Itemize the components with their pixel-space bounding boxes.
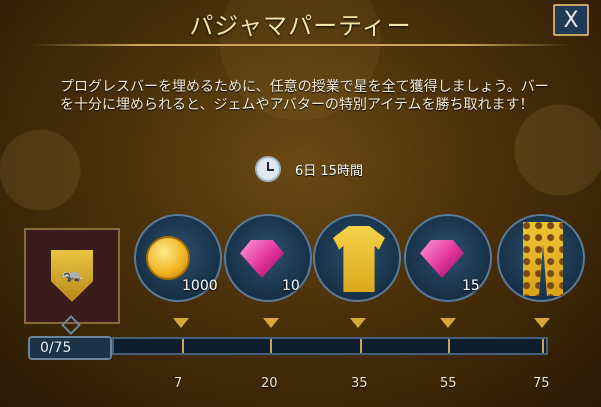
reward-gems-15[interactable]: 15	[404, 214, 492, 302]
milestone-tick	[360, 339, 362, 353]
house-crest-card[interactable]: 🦡	[24, 228, 120, 324]
gem-icon	[240, 240, 284, 278]
title-divider	[30, 44, 571, 46]
coin-icon	[146, 236, 190, 280]
reward-pointer	[534, 318, 550, 328]
gem-icon	[420, 240, 464, 278]
reward-amount: 1000	[182, 278, 218, 294]
milestone-tick	[448, 339, 450, 353]
close-icon: X	[563, 7, 579, 33]
milestone-tick	[182, 339, 184, 353]
timer-text: 6日 15時間	[295, 163, 363, 179]
milestone-tick	[542, 339, 544, 353]
event-title: パジャマパーティー	[189, 12, 412, 40]
reward-amount: 10	[282, 278, 300, 294]
milestone-label: 75	[533, 376, 550, 391]
close-button[interactable]: X	[553, 4, 589, 36]
reward-pointer	[350, 318, 366, 328]
reward-amount: 15	[462, 278, 480, 294]
reward-pointer	[173, 318, 189, 328]
progress-counter: 0/75	[28, 336, 112, 360]
reward-pajama-pants[interactable]	[497, 214, 585, 302]
milestone-label: 7	[174, 376, 183, 391]
clock-icon	[255, 156, 281, 182]
shirt-icon	[333, 226, 385, 292]
progress-bar	[112, 337, 548, 355]
reward-pajama-shirt[interactable]	[313, 214, 401, 302]
badger-crest-icon: 🦡	[51, 250, 93, 302]
milestone-label: 35	[351, 376, 368, 391]
reward-coins[interactable]: 1000	[134, 214, 222, 302]
pants-icon	[523, 222, 563, 296]
reward-pointer	[440, 318, 456, 328]
event-description: プログレスバーを埋めるために、任意の授業で星を全て獲得しましょう。バーを十分に埋…	[60, 79, 549, 113]
event-timer: 6日 15時間	[255, 156, 363, 182]
reward-pointer	[263, 318, 279, 328]
milestone-tick	[270, 339, 272, 353]
milestone-label: 20	[261, 376, 278, 391]
reward-gems-10[interactable]: 10	[224, 214, 312, 302]
milestone-label: 55	[440, 376, 457, 391]
